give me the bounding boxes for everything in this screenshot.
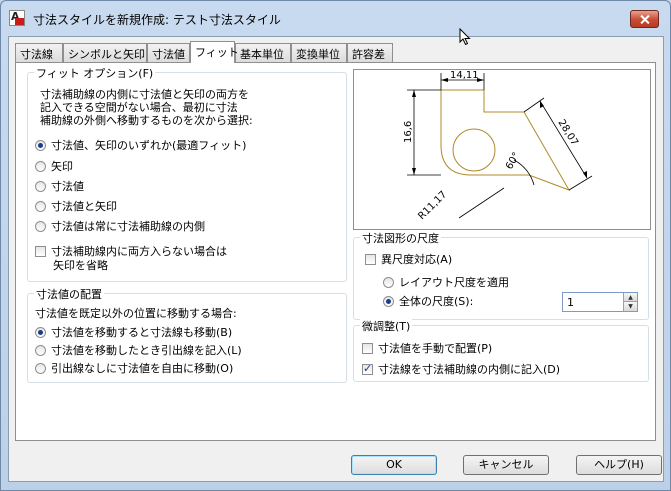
tab-fit[interactable]: フィット [190, 41, 239, 63]
radio-text-inside-label[interactable]: 寸法値は常に寸法補助線の内側 [51, 220, 205, 233]
manual-text-label[interactable]: 寸法値を手動で配置(P) [378, 342, 492, 355]
radio-arrows-label[interactable]: 矢印 [51, 160, 73, 173]
tab-symbols-arrows[interactable]: シンボルと矢印 [63, 43, 147, 62]
draw-dim-line-checkbox[interactable] [362, 362, 373, 375]
title-bar[interactable]: A 寸法スタイルを新規作成: テスト寸法スタイル [1, 1, 670, 35]
suppress-arrows-label-1[interactable]: 寸法補助線内に両方入らない場合は [51, 245, 227, 258]
scale-group-title: 寸法図形の尺度 [360, 230, 441, 246]
radio-layout-scale[interactable] [383, 277, 394, 288]
ok-button[interactable]: OK [351, 455, 437, 475]
suppress-arrows-label-2[interactable]: 矢印を省略 [53, 259, 108, 272]
tab-dimension-lines[interactable]: 寸法線 [15, 43, 63, 62]
preview-radius: R11,17 [416, 189, 449, 222]
fit-description-line3: 補助線の外側へ移動するものを次から選択: [40, 114, 253, 127]
manual-text-checkbox[interactable] [362, 343, 373, 354]
radio-best-fit[interactable] [35, 140, 46, 151]
radio-text-label[interactable]: 寸法値 [51, 180, 84, 193]
fit-options-title: フィット オプション(F) [34, 65, 156, 81]
fit-description-line2: 記入できる空間がない場合、最初に寸法 [40, 101, 238, 114]
radio-text-inside[interactable] [35, 221, 46, 232]
text-placement-title: 寸法値の配置 [34, 286, 104, 302]
tab-text[interactable]: 寸法値 [147, 43, 190, 62]
tab-alternate-units[interactable]: 変換単位 [291, 43, 347, 62]
draw-dim-line-label[interactable]: 寸法線を寸法補助線の内側に記入(D) [378, 363, 560, 376]
radio-best-fit-label[interactable]: 寸法値、矢印のいずれか(最適フィット) [51, 139, 246, 152]
spin-down-icon[interactable]: ▼ [623, 302, 637, 311]
help-button[interactable]: ヘルプ(H) [576, 455, 662, 475]
radio-overall-scale[interactable] [383, 296, 394, 307]
annotative-label[interactable]: 異尺度対応(A) [381, 253, 452, 266]
tab-primary-units[interactable]: 基本単位 [235, 43, 291, 62]
mouse-cursor-icon [459, 28, 471, 46]
overall-scale-spinner[interactable]: 1 ▲ ▼ [562, 292, 638, 312]
overall-scale-value[interactable]: 1 [567, 296, 574, 309]
cancel-button[interactable]: キャンセル [463, 455, 549, 475]
radio-move-dim-line-label[interactable]: 寸法値を移動すると寸法線も移動(B) [51, 326, 232, 339]
preview-panel: 14,11 16,6 28,07 60° R11,17 [353, 69, 651, 230]
radio-layout-scale-label[interactable]: レイアウト尺度を適用 [399, 276, 509, 289]
radio-arrows[interactable] [35, 161, 46, 172]
spin-up-icon[interactable]: ▲ [623, 293, 637, 302]
preview-dim-left: 16,6 [403, 121, 414, 143]
radio-text-and-arrows-label[interactable]: 寸法値と矢印 [51, 200, 117, 213]
radio-overall-scale-label[interactable]: 全体の尺度(S): [399, 295, 473, 308]
dimension-preview-drawing: 14,11 16,6 28,07 60° R11,17 [403, 70, 593, 222]
annotative-checkbox[interactable] [365, 254, 376, 265]
text-placement-description: 寸法値を既定以外の位置に移動する場合: [35, 307, 237, 320]
radio-text[interactable] [35, 181, 46, 192]
suppress-arrows-checkbox[interactable] [35, 246, 46, 257]
close-button[interactable] [630, 10, 659, 28]
preview-dim-top: 14,11 [450, 70, 479, 81]
fine-tuning-title: 微調整(T) [360, 318, 413, 334]
window-title: 寸法スタイルを新規作成: テスト寸法スタイル [33, 13, 281, 27]
tab-tolerances[interactable]: 許容差 [347, 43, 393, 62]
radio-free-move[interactable] [35, 363, 46, 374]
radio-add-leader-label[interactable]: 寸法値を移動したとき引出線を記入(L) [51, 344, 242, 357]
preview-angle: 60° [504, 151, 522, 172]
autocad-app-icon: A [9, 10, 25, 26]
radio-add-leader[interactable] [35, 345, 46, 356]
radio-move-dim-line[interactable] [35, 327, 46, 338]
radio-text-and-arrows[interactable] [35, 201, 46, 212]
fit-description-line1: 寸法補助線の内側に寸法値と矢印の両方を [40, 88, 249, 101]
radio-free-move-label[interactable]: 引出線なしに寸法値を自由に移動(O) [51, 362, 233, 375]
